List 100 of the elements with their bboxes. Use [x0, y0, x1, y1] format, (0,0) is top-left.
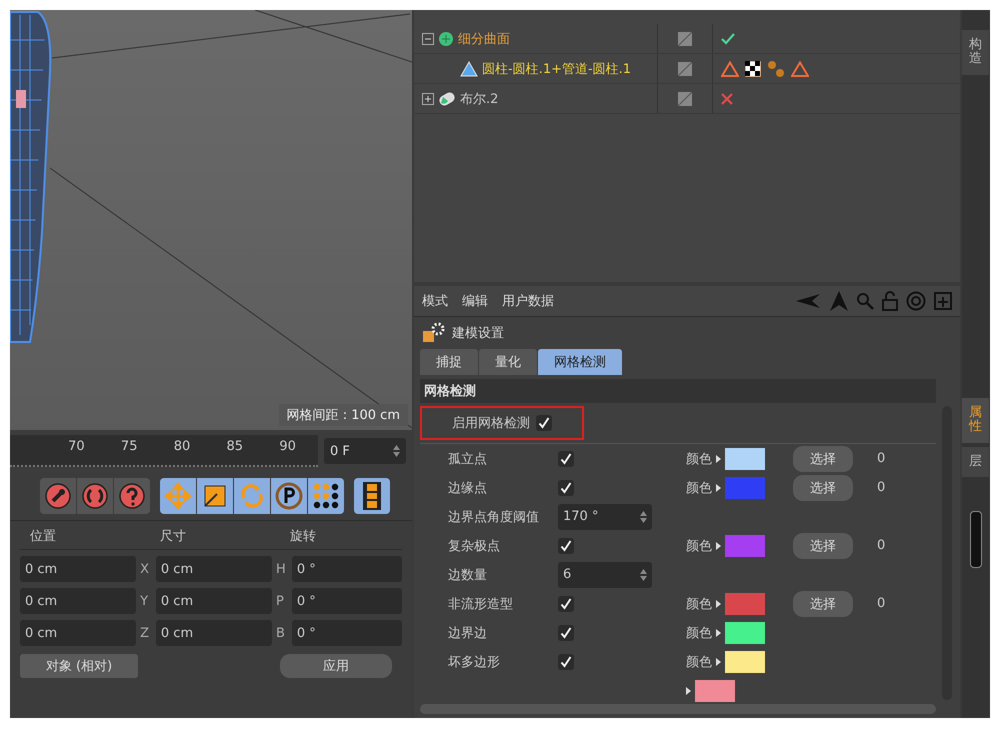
- color-label: 颜色: [686, 480, 712, 496]
- tab[interactable]: 量化: [479, 349, 537, 375]
- size-field[interactable]: 0 cm: [156, 588, 272, 614]
- checkbox[interactable]: [558, 538, 574, 554]
- number-field[interactable]: 170 °: [558, 504, 652, 530]
- color-swatch[interactable]: [725, 534, 765, 556]
- option-label: 启用网格检测: [452, 415, 530, 432]
- spheres-icon[interactable]: [767, 60, 785, 78]
- expand-arrow-icon[interactable]: [716, 628, 721, 636]
- menu-item[interactable]: 模式: [422, 292, 448, 310]
- column-header: 尺寸: [160, 528, 187, 545]
- help-icon[interactable]: [119, 483, 145, 509]
- color-swatch[interactable]: [725, 622, 765, 644]
- spinner-arrows-icon[interactable]: [393, 445, 400, 457]
- color-swatch[interactable]: [725, 650, 765, 672]
- side-tab[interactable]: 层: [962, 446, 989, 477]
- rotation-field[interactable]: 0 °: [292, 556, 402, 582]
- menu-item[interactable]: 编辑: [462, 292, 488, 310]
- checkbox[interactable]: [536, 415, 552, 431]
- select-button[interactable]: 选择: [793, 590, 853, 616]
- option-label: 孤立点: [448, 450, 488, 468]
- menu-item[interactable]: 用户数据: [502, 292, 554, 310]
- option-label: 非流形造型: [448, 596, 514, 612]
- checkbox[interactable]: [558, 654, 574, 670]
- side-tab[interactable]: 构造: [962, 30, 989, 75]
- frame-tick: 85: [226, 439, 244, 454]
- column-header: 旋转: [290, 528, 317, 545]
- option-label: 边数量: [448, 566, 488, 584]
- frame-tick: 70: [68, 439, 85, 454]
- frame-tick: 90: [279, 439, 296, 454]
- checkbox[interactable]: [558, 596, 574, 612]
- layer-icon[interactable]: [678, 62, 692, 76]
- points-icon[interactable]: [312, 482, 340, 510]
- cross-icon[interactable]: [721, 92, 733, 104]
- object-name[interactable]: 圆柱-圆柱.1+管道-圆柱.1: [482, 60, 632, 78]
- layer-icon[interactable]: [678, 32, 692, 46]
- position-field[interactable]: 0 cm: [20, 556, 136, 582]
- axis-label: X: [140, 562, 150, 576]
- select-button[interactable]: 选择: [793, 446, 853, 472]
- cycle-icon[interactable]: [82, 483, 108, 509]
- film-icon[interactable]: [361, 481, 383, 511]
- panel-title: 建模设置: [452, 325, 504, 342]
- color-swatch[interactable]: [725, 448, 765, 470]
- color-swatch[interactable]: [725, 592, 765, 614]
- checker-icon[interactable]: [745, 60, 761, 76]
- checkbox[interactable]: [558, 624, 574, 640]
- apply-button[interactable]: 应用: [280, 654, 392, 678]
- option-label: 边缘点: [448, 480, 488, 496]
- axis-label: P: [276, 594, 285, 608]
- spinner-arrows-icon[interactable]: [640, 568, 647, 580]
- timeline-ruler[interactable]: 70 75 80 85 90: [10, 435, 318, 467]
- number-field[interactable]: 6: [558, 562, 652, 588]
- color-label: 颜色: [686, 596, 712, 612]
- frame-tick: 75: [120, 439, 138, 454]
- expand-arrow-icon[interactable]: [716, 454, 721, 462]
- rotation-field[interactable]: 0 °: [292, 620, 402, 646]
- expand-arrow-icon[interactable]: [716, 600, 721, 608]
- expand-arrow-icon[interactable]: [716, 542, 721, 550]
- select-button[interactable]: 选择: [793, 532, 853, 558]
- checkbox[interactable]: [558, 450, 574, 466]
- size-field[interactable]: 0 cm: [156, 556, 272, 582]
- level-meter: [970, 511, 982, 568]
- rotation-field[interactable]: 0 °: [292, 588, 402, 614]
- layer-icon[interactable]: [678, 92, 692, 106]
- count-value: 0: [877, 480, 886, 495]
- tab[interactable]: 捕捉: [420, 349, 478, 375]
- position-field[interactable]: 0 cm: [20, 620, 136, 646]
- tab[interactable]: 网格检测: [538, 349, 622, 375]
- select-button[interactable]: 选择: [793, 474, 853, 500]
- color-swatch[interactable]: [725, 476, 765, 498]
- section-header[interactable]: 网格检测: [420, 379, 936, 403]
- expand-toggle[interactable]: [422, 92, 434, 104]
- axis-label: B: [276, 626, 286, 640]
- expand-arrow-icon[interactable]: [716, 658, 721, 666]
- count-value: 0: [877, 596, 886, 611]
- spinner-arrows-icon[interactable]: [640, 510, 647, 522]
- scale-icon[interactable]: [203, 484, 227, 508]
- object-name[interactable]: 布尔.2: [460, 90, 498, 108]
- object-name[interactable]: 细分曲面: [458, 30, 510, 48]
- axis-label: Y: [140, 594, 150, 608]
- option-label: 边界边: [448, 624, 488, 642]
- position-field[interactable]: 0 cm: [20, 588, 136, 614]
- check-icon[interactable]: [721, 32, 735, 44]
- wrench-icon[interactable]: [45, 483, 71, 509]
- coordinate-mode-dropdown[interactable]: 对象 (相对): [20, 654, 138, 678]
- color-swatch[interactable]: [695, 680, 735, 702]
- expand-arrow-icon[interactable]: [716, 484, 721, 492]
- checkbox[interactable]: [558, 480, 574, 496]
- option-label: 坏多边形: [448, 654, 501, 670]
- color-label: 颜色: [686, 654, 712, 670]
- color-label: 颜色: [686, 450, 712, 468]
- color-label: 颜色: [686, 624, 712, 642]
- side-tab[interactable]: 属性: [962, 398, 989, 443]
- warning-icon[interactable]: [721, 60, 739, 76]
- warning-icon[interactable]: [791, 60, 809, 76]
- size-field[interactable]: 0 cm: [156, 620, 272, 646]
- frame-field[interactable]: 0 F: [324, 438, 406, 464]
- collapse-toggle[interactable]: [422, 32, 434, 44]
- p-icon[interactable]: [275, 482, 303, 510]
- expand-arrow-icon[interactable]: [686, 686, 691, 694]
